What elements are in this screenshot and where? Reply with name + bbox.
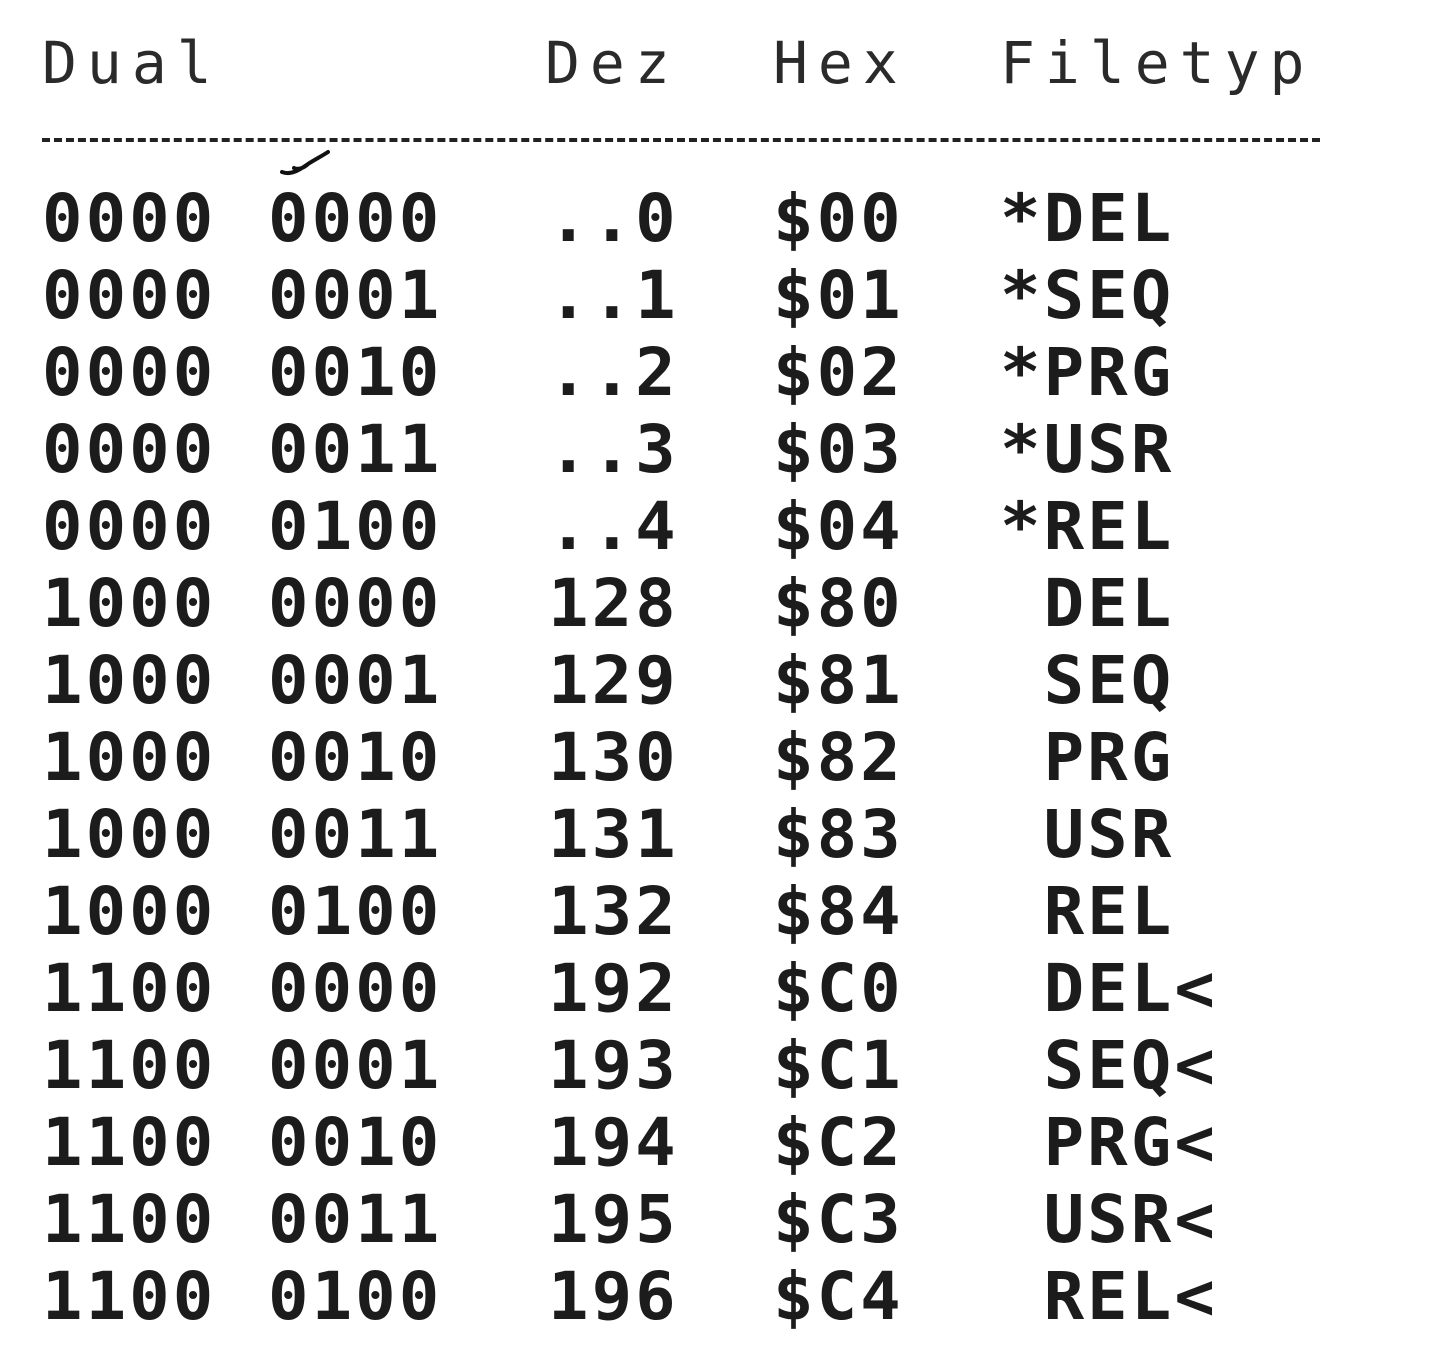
- cell-filetyp: *USR: [1000, 411, 1175, 488]
- cell-dual-low: 0010: [268, 1104, 443, 1181]
- cell-dez: 129: [548, 642, 679, 719]
- column-header-hex: Hex: [773, 29, 908, 97]
- cell-dual-high: 0000: [42, 488, 217, 565]
- cell-dual-high: 1000: [42, 642, 217, 719]
- cell-dez: 131: [548, 796, 679, 873]
- cell-dual-high: 0000: [42, 257, 217, 334]
- cell-dual-high: 1100: [42, 1027, 217, 1104]
- cell-hex: $C2: [773, 1104, 904, 1181]
- cell-dual-low: 0100: [268, 873, 443, 950]
- cell-filetyp: REL<: [1000, 1258, 1218, 1335]
- cell-dual-low: 0010: [268, 719, 443, 796]
- cell-hex: $01: [773, 257, 904, 334]
- cell-hex: $81: [773, 642, 904, 719]
- cell-hex: $80: [773, 565, 904, 642]
- cell-dual-low: 0011: [268, 796, 443, 873]
- cell-dez: 192: [548, 950, 679, 1027]
- cell-dual-high: 0000: [42, 334, 217, 411]
- cell-dual-high: 1100: [42, 1181, 217, 1258]
- cell-filetyp: *REL: [1000, 488, 1175, 565]
- cell-filetyp: PRG: [1000, 719, 1175, 796]
- cell-filetyp: USR: [1000, 796, 1175, 873]
- cell-dez: 128: [548, 565, 679, 642]
- cell-hex: $83: [773, 796, 904, 873]
- cell-hex: $C1: [773, 1027, 904, 1104]
- pen-mark-icon: [280, 150, 330, 175]
- cell-dual-high: 1100: [42, 1104, 217, 1181]
- cell-hex: $03: [773, 411, 904, 488]
- cell-filetyp: DEL<: [1000, 950, 1218, 1027]
- cell-dual-low: 0011: [268, 1181, 443, 1258]
- cell-dual-high: 1000: [42, 719, 217, 796]
- cell-filetyp: REL: [1000, 873, 1175, 950]
- cell-hex: $82: [773, 719, 904, 796]
- cell-filetyp: SEQ: [1000, 642, 1175, 719]
- cell-dez: 196: [548, 1258, 679, 1335]
- cell-hex: $C3: [773, 1181, 904, 1258]
- header-divider: [42, 138, 1320, 142]
- cell-filetyp: PRG<: [1000, 1104, 1218, 1181]
- cell-dez: 194: [548, 1104, 679, 1181]
- cell-dez: ..3: [548, 411, 679, 488]
- cell-dual-high: 0000: [42, 411, 217, 488]
- cell-dez: 195: [548, 1181, 679, 1258]
- cell-dez: ..4: [548, 488, 679, 565]
- column-header-filetyp: Filetyp: [1000, 29, 1315, 97]
- cell-hex: $04: [773, 488, 904, 565]
- cell-dual-low: 0000: [268, 180, 443, 257]
- cell-dez: 193: [548, 1027, 679, 1104]
- cell-hex: $02: [773, 334, 904, 411]
- cell-dual-high: 1100: [42, 950, 217, 1027]
- cell-filetyp: *SEQ: [1000, 257, 1175, 334]
- cell-dual-low: 0100: [268, 1258, 443, 1335]
- cell-dez: ..2: [548, 334, 679, 411]
- printout-page: Dual Dez Hex Filetyp 0000 0000 ..0 $00 *DEL 0…: [0, 0, 1447, 1368]
- cell-hex: $C4: [773, 1258, 904, 1335]
- cell-dez: ..0: [548, 180, 679, 257]
- cell-dual-high: 1000: [42, 565, 217, 642]
- cell-dual-low: 0010: [268, 334, 443, 411]
- column-header-dez: Dez: [545, 29, 680, 97]
- cell-filetyp: USR<: [1000, 1181, 1218, 1258]
- cell-dual-low: 0011: [268, 411, 443, 488]
- cell-dual-low: 0001: [268, 1027, 443, 1104]
- cell-dual-high: 1000: [42, 873, 217, 950]
- column-header-dual: Dual: [42, 29, 222, 97]
- cell-dual-low: 0001: [268, 257, 443, 334]
- cell-filetyp: *DEL: [1000, 180, 1175, 257]
- cell-dual-low: 0000: [268, 565, 443, 642]
- cell-dez: 130: [548, 719, 679, 796]
- cell-dual-low: 0100: [268, 488, 443, 565]
- cell-filetyp: SEQ<: [1000, 1027, 1218, 1104]
- cell-dual-low: 0001: [268, 642, 443, 719]
- cell-filetyp: DEL: [1000, 565, 1175, 642]
- cell-hex: $84: [773, 873, 904, 950]
- cell-hex: $C0: [773, 950, 904, 1027]
- cell-dual-low: 0000: [268, 950, 443, 1027]
- cell-dez: 132: [548, 873, 679, 950]
- cell-dual-high: 0000: [42, 180, 217, 257]
- cell-dual-high: 1000: [42, 796, 217, 873]
- cell-dual-high: 1100: [42, 1258, 217, 1335]
- cell-filetyp: *PRG: [1000, 334, 1175, 411]
- cell-dez: ..1: [548, 257, 679, 334]
- cell-hex: $00: [773, 180, 904, 257]
